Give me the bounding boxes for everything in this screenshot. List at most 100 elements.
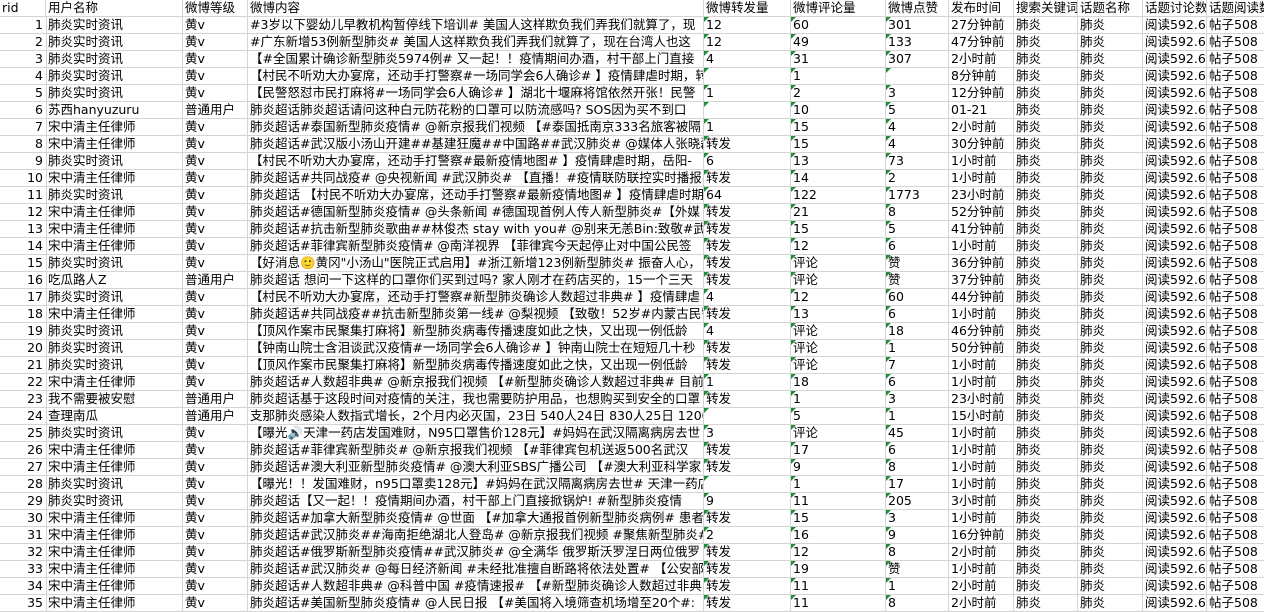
topic-cell[interactable]: 肺炎 (1078, 561, 1143, 578)
forward-count-cell[interactable]: 转发 (704, 561, 791, 578)
like-count-cell[interactable]: 60 (886, 289, 949, 306)
read-cell[interactable]: 帖子508 (1207, 34, 1264, 51)
keyword-cell[interactable]: 肺炎 (1014, 425, 1078, 442)
level-cell[interactable]: 黄v (183, 374, 248, 391)
publish-time-cell[interactable]: 1小时前 (949, 357, 1014, 374)
publish-time-cell[interactable]: 1小时前 (949, 153, 1014, 170)
content-cell[interactable]: 【顶风作案市民聚集打麻将】新型肺炎病毒传播速度如此之快，又出现一例低龄 (248, 357, 704, 374)
discussion-cell[interactable]: 阅读592.6亿 (1143, 476, 1207, 493)
comment-count-cell[interactable]: 11 (791, 578, 886, 595)
like-count-cell[interactable]: 1 (886, 340, 949, 357)
forward-count-cell[interactable]: 转发 (704, 340, 791, 357)
comment-count-cell[interactable]: 1 (791, 476, 886, 493)
read-cell[interactable]: 帖子508 (1207, 595, 1264, 612)
like-count-cell[interactable]: 8 (886, 544, 949, 561)
like-count-cell[interactable]: 赞 (886, 255, 949, 272)
like-count-cell[interactable]: 赞 (886, 561, 949, 578)
topic-cell[interactable]: 肺炎 (1078, 221, 1143, 238)
level-cell[interactable]: 黄v (183, 595, 248, 612)
like-count-cell[interactable]: 6 (886, 238, 949, 255)
content-cell[interactable]: 肺炎超话#泰国新型肺炎疫情# @新京报我们视频 【#泰国抵南京333名旅客被隔 (248, 119, 704, 136)
rid-cell[interactable]: 28 (0, 476, 47, 493)
topic-cell[interactable]: 肺炎 (1078, 119, 1143, 136)
keyword-cell[interactable]: 肺炎 (1014, 17, 1078, 34)
publish-time-cell[interactable]: 1小时前 (949, 374, 1014, 391)
content-cell[interactable]: 肺炎超话#菲律宾新型肺炎疫情# @南洋视界 【菲律宾今天起停止对中国公民签 (248, 238, 704, 255)
like-count-cell[interactable]: 133 (886, 34, 949, 51)
read-cell[interactable]: 帖子508 (1207, 102, 1264, 119)
publish-time-cell[interactable]: 2小时前 (949, 119, 1014, 136)
user-name-cell[interactable]: 吃瓜路人Z (46, 272, 183, 289)
read-cell[interactable]: 帖子508 (1207, 289, 1264, 306)
content-cell[interactable]: 肺炎超话肺炎超话请问这种白元防花粉的口罩可以防流感吗? SOS因为买不到口 (248, 102, 704, 119)
discussion-cell[interactable]: 阅读592.6亿 (1143, 85, 1207, 102)
discussion-cell[interactable]: 阅读592.6亿 (1143, 527, 1207, 544)
forward-count-cell[interactable]: 转发 (704, 136, 791, 153)
keyword-cell[interactable]: 肺炎 (1014, 323, 1078, 340)
user-name-cell[interactable]: 宋中清主任律师 (46, 136, 183, 153)
discussion-cell[interactable]: 阅读592.6亿 (1143, 425, 1207, 442)
keyword-cell[interactable]: 肺炎 (1014, 238, 1078, 255)
level-cell[interactable]: 黄v (183, 544, 248, 561)
level-cell[interactable]: 黄v (183, 476, 248, 493)
forward-count-cell[interactable]: 1 (704, 374, 791, 391)
rid-cell[interactable]: 14 (0, 238, 47, 255)
keyword-cell[interactable]: 肺炎 (1014, 102, 1078, 119)
like-count-cell[interactable]: 6 (886, 306, 949, 323)
read-cell[interactable]: 帖子508 (1207, 374, 1264, 391)
publish-time-cell[interactable]: 41分钟前 (949, 221, 1014, 238)
rid-cell[interactable]: 32 (0, 544, 47, 561)
header-cell-rid[interactable]: rid (0, 0, 46, 17)
read-cell[interactable]: 帖子508 (1207, 442, 1264, 459)
publish-time-cell[interactable]: 8分钟前 (949, 68, 1014, 85)
read-cell[interactable]: 帖子508 (1207, 408, 1264, 425)
keyword-cell[interactable]: 肺炎 (1014, 374, 1078, 391)
content-cell[interactable]: 肺炎超话【又一起！！疫情期间办酒，村干部上门直接掀锅炉! #新型肺炎疫情 (248, 493, 704, 510)
forward-count-cell[interactable]: 1 (704, 119, 791, 136)
keyword-cell[interactable]: 肺炎 (1014, 255, 1078, 272)
read-cell[interactable]: 帖子508 (1207, 153, 1264, 170)
keyword-cell[interactable]: 肺炎 (1014, 357, 1078, 374)
rid-cell[interactable]: 29 (0, 493, 47, 510)
rid-cell[interactable]: 24 (0, 408, 47, 425)
level-cell[interactable]: 黄v (183, 119, 248, 136)
topic-cell[interactable]: 肺炎 (1078, 527, 1143, 544)
like-count-cell[interactable]: 2 (886, 170, 949, 187)
forward-count-cell[interactable]: 6 (704, 153, 791, 170)
read-cell[interactable]: 帖子508 (1207, 323, 1264, 340)
keyword-cell[interactable]: 肺炎 (1014, 204, 1078, 221)
topic-cell[interactable]: 肺炎 (1078, 391, 1143, 408)
level-cell[interactable]: 黄v (183, 425, 248, 442)
topic-cell[interactable]: 肺炎 (1078, 510, 1143, 527)
level-cell[interactable]: 黄v (183, 187, 248, 204)
like-count-cell[interactable]: 8 (886, 459, 949, 476)
content-cell[interactable]: 【顶风作案市民聚集打麻将】新型肺炎病毒传播速度如此之快，又出现一例低龄 (248, 323, 704, 340)
discussion-cell[interactable]: 阅读592.6亿 (1143, 374, 1207, 391)
like-count-cell[interactable]: 5 (886, 221, 949, 238)
rid-cell[interactable]: 5 (0, 85, 47, 102)
content-cell[interactable]: 【好消息🙂黄冈"小汤山"医院正式启用】#浙江新增123例新型肺炎# 振奋人心， (248, 255, 704, 272)
topic-cell[interactable]: 肺炎 (1078, 323, 1143, 340)
discussion-cell[interactable]: 阅读592.6亿 (1143, 34, 1207, 51)
like-count-cell[interactable]: 45 (886, 425, 949, 442)
discussion-cell[interactable]: 阅读592.6亿 (1143, 170, 1207, 187)
topic-cell[interactable]: 肺炎 (1078, 442, 1143, 459)
publish-time-cell[interactable]: 3小时前 (949, 493, 1014, 510)
comment-count-cell[interactable]: 18 (791, 374, 886, 391)
topic-cell[interactable]: 肺炎 (1078, 255, 1143, 272)
like-count-cell[interactable]: 301 (886, 17, 949, 34)
topic-cell[interactable]: 肺炎 (1078, 493, 1143, 510)
publish-time-cell[interactable]: 23小时前 (949, 391, 1014, 408)
forward-count-cell[interactable]: 转发 (704, 544, 791, 561)
publish-time-cell[interactable]: 2小时前 (949, 578, 1014, 595)
keyword-cell[interactable]: 肺炎 (1014, 510, 1078, 527)
discussion-cell[interactable]: 阅读592.6亿 (1143, 391, 1207, 408)
keyword-cell[interactable]: 肺炎 (1014, 459, 1078, 476)
topic-cell[interactable]: 肺炎 (1078, 17, 1143, 34)
user-name-cell[interactable]: 肺炎实时资讯 (46, 323, 183, 340)
publish-time-cell[interactable]: 15小时前 (949, 408, 1014, 425)
content-cell[interactable]: 【村民不听劝大办宴席，还动手打警察#最新疫情地图# 】疫情肆虐时期，岳阳- (248, 153, 704, 170)
user-name-cell[interactable]: 肺炎实时资讯 (46, 357, 183, 374)
forward-count-cell[interactable]: 转发 (704, 391, 791, 408)
like-count-cell[interactable]: 6 (886, 374, 949, 391)
